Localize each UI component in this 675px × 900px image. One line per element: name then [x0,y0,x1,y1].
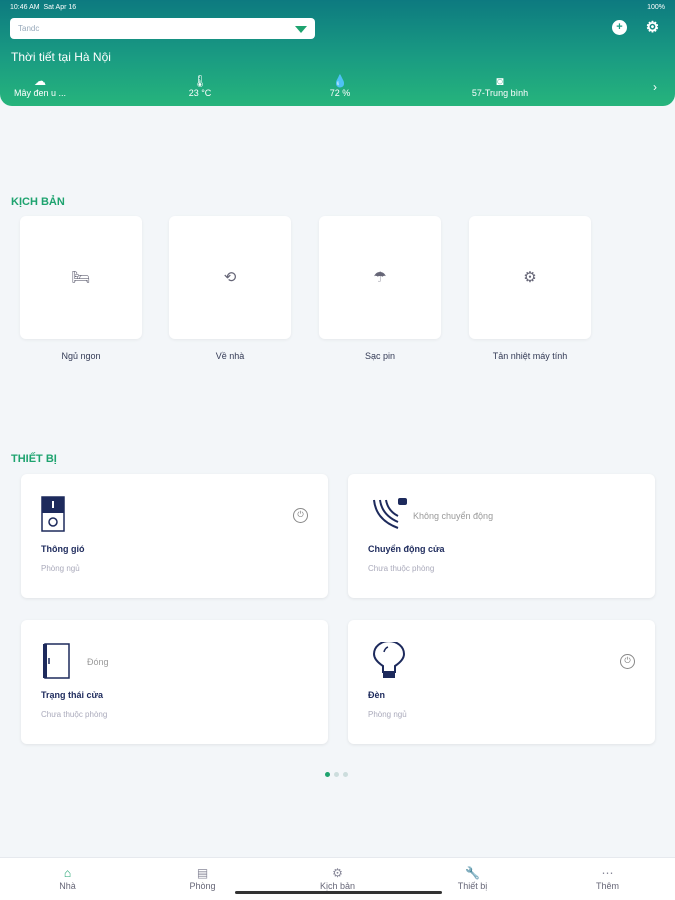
weather-temperature[interactable]: 🌡 23 °C [180,74,220,98]
device-room: Chưa thuộc phòng [41,710,108,719]
nav-home[interactable]: ⌂ Nhà [0,858,135,900]
home-icon: ⌂ [63,866,72,880]
device-name: Thông gió [41,544,85,554]
cloud-icon: ☁ [34,74,46,88]
power-icon[interactable]: ⏻ [620,654,635,669]
gear-icon[interactable]: ⚙ [645,20,660,35]
device-card[interactable]: Không chuyển động Chuyển động cửa Chưa t… [348,474,655,598]
home-select-value: Tandc [18,24,40,33]
pagination-dots[interactable] [325,772,348,777]
mask-icon: ◙ [496,74,504,88]
thermometer-icon: 🌡 [192,74,208,88]
device-card[interactable]: ⏻ Đèn Phòng ngủ [348,620,655,744]
status-time: 10:46 AM Sat Apr 16 [10,4,77,11]
add-icon[interactable]: + [612,20,627,35]
cooling-icon: ⚙ [523,269,537,286]
scene-card[interactable]: 🛏 [20,216,142,339]
scene-card[interactable]: ⚙ [469,216,591,339]
status-battery: 100% [647,4,665,11]
room-icon: ▤ [196,866,209,880]
scene-label: Tản nhiệt máy tính [492,351,568,361]
ventilation-icon [41,496,65,532]
charging-icon: ☂ [373,269,387,286]
power-icon[interactable]: ⏻ [293,508,308,523]
page-dot[interactable] [325,772,330,777]
device-name: Đèn [368,690,386,700]
device-room: Chưa thuộc phòng [368,564,435,573]
home-return-icon: ⟲ [223,269,237,286]
device-state: Không chuyển động [413,511,494,521]
device-name: Trạng thái cửa [41,690,104,700]
bed-icon: 🛏 [71,269,91,286]
device-room: Phòng ngủ [368,710,407,719]
nav-more[interactable]: ⋯ Thêm [540,858,675,900]
droplet-icon: 💧 [332,74,348,88]
device-name: Chuyển động cửa [368,544,445,554]
scene-label: Sạc pin [364,351,396,361]
light-bulb-icon [372,642,406,678]
home-indicator[interactable] [235,891,442,894]
weather-title: Thời tiết tại Hà Nội [11,50,111,64]
weather-condition[interactable]: ☁ Mây đen u ... [14,74,66,98]
wrench-icon: 🔧 [465,866,480,880]
motion-sensor-icon [373,498,407,529]
grid-icon: ⋯ [601,866,614,880]
page-dot[interactable] [334,772,339,777]
scene-icon: ⚙ [332,866,343,880]
chevron-right-icon[interactable]: › [653,80,657,94]
device-card[interactable]: Đóng Trạng thái cửa Chưa thuộc phòng [21,620,328,744]
device-card[interactable]: ⏻ Thông gió Phòng ngủ [21,474,328,598]
scene-label: Ngủ ngon [61,351,101,361]
devices-title: THIẾT BỊ [11,453,57,465]
door-icon [43,643,70,679]
weather-air-quality[interactable]: ◙ 57-Trung bình [455,74,545,98]
page-dot[interactable] [343,772,348,777]
chevron-down-icon [295,26,307,33]
scene-card[interactable]: ☂ [319,216,441,339]
scene-label: Về nhà [215,351,245,361]
device-state: Đóng [87,657,109,667]
home-select[interactable]: Tandc [10,18,315,39]
scenes-title: KỊCH BẢN [11,196,65,208]
scene-card[interactable]: ⟲ [169,216,291,339]
device-room: Phòng ngủ [41,564,80,573]
weather-humidity[interactable]: 💧 72 % [320,74,360,98]
header: 10:46 AM Sat Apr 16 100% Tandc + ⚙ Thời … [0,0,675,106]
